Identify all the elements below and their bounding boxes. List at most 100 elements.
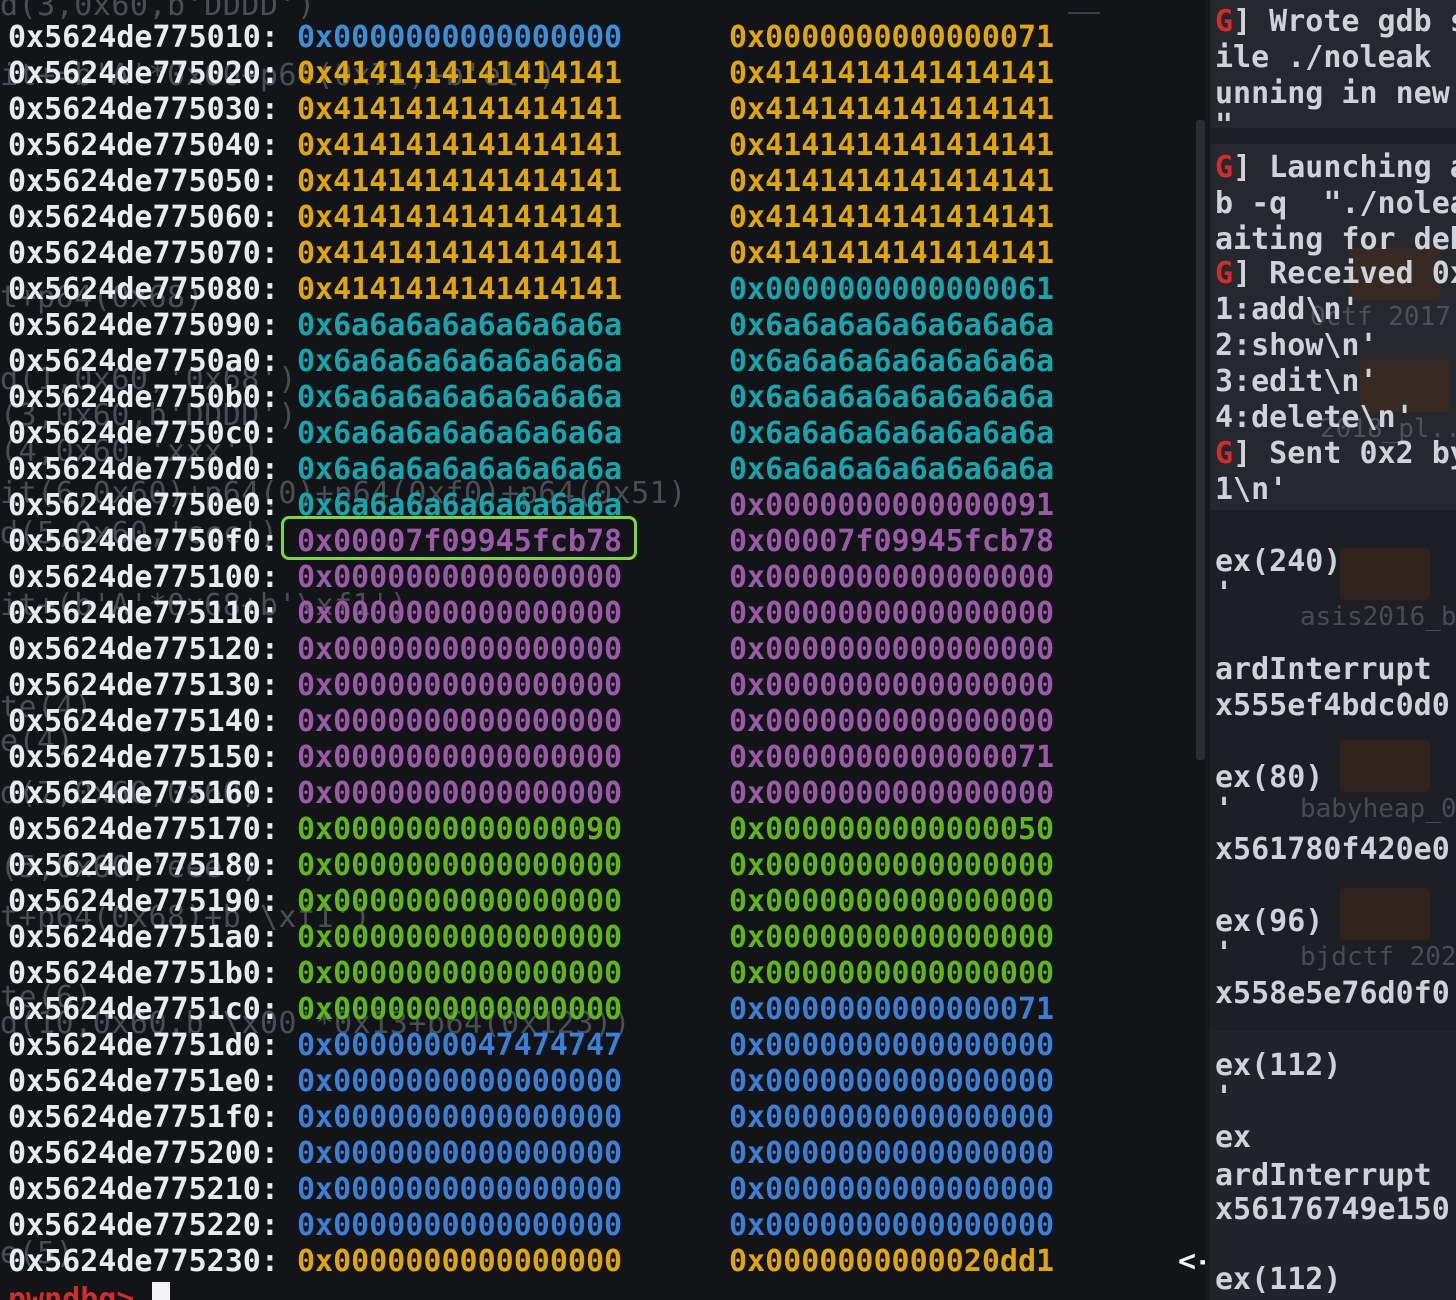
memory-address: 0x5624de775210: [8,1172,279,1207]
memory-address: 0x5624de775010: [8,20,279,55]
memory-value-1: 0x0000000000000000 [297,704,623,739]
memory-value-2: 0x6a6a6a6a6a6a6a6a [729,452,1055,487]
folder-icon[interactable] [1340,740,1430,792]
memory-value-2: 0x0000000000000000 [729,668,1055,703]
log-text: ' [1215,792,1234,827]
side-log-line: ardInterrupt [1215,652,1432,687]
memory-address: 0x5624de775060: [8,200,279,235]
memory-value-1: 0x0000000000000000 [297,1100,623,1135]
memory-value-1: 0x0000000000000090 [297,812,623,847]
memory-value-2: 0x0000000000000000 [729,1064,1055,1099]
memory-value-2: 0x4141414141414141 [729,92,1055,127]
memory-value-1: 0x0000000000000000 [297,1172,623,1207]
side-log-line: ex(240) [1215,544,1341,579]
log-prefix: G [1215,256,1234,291]
memory-address: 0x5624de775150: [8,740,279,775]
memory-address: 0x5624de7750c0: [8,416,279,451]
log-text: ex(80) [1215,760,1324,795]
log-text: ] Sent 0x2 by [1233,436,1456,471]
log-text: 4:delete\n' [1215,400,1414,435]
memory-value-1: 0x0000000000000000 [297,848,623,883]
memory-value-2: 0x0000000000000061 [729,272,1055,307]
folder-icon[interactable] [1340,888,1430,940]
log-text: unning in new [1215,76,1450,111]
memory-value-2: 0x0000000000000071 [729,740,1055,775]
memory-address: 0x5624de7750f0: [8,524,279,559]
memory-value-1: 0x0000000000000000 [297,920,623,955]
folder-label: asis2016_b00 [1300,602,1456,632]
memory-address: 0x5624de775090: [8,308,279,343]
side-terminal-pane[interactable]: bjdctf 2020 babyheap_0ctf 2017 asis2016_b0… [1210,0,1456,1300]
memory-value-2: 0x0000000000000091 [729,488,1055,523]
memory-value-1: 0x0000000000000000 [297,20,623,55]
memory-value-2: 0x0000000000000000 [729,956,1055,991]
side-log-line: 1:add\n' [1215,292,1360,327]
side-log-line: ex [1215,1120,1251,1155]
side-log-line: ' [1215,576,1233,611]
memory-value-1: 0x4141414141414141 [297,92,623,127]
side-log-line: 2:show\n' [1215,328,1378,363]
memory-value-2: 0x0000000000000000 [729,1172,1055,1207]
memory-address: 0x5624de7750d0: [8,452,279,487]
memory-value-2: 0x0000000000000000 [729,1208,1055,1243]
side-log-line: G] Launching a [1215,150,1456,185]
log-text: 1:add\n' [1215,292,1360,327]
terminal-pane[interactable]: d(3,0x60,b'DDDD') it+=b'A'*0x60+p64(0x71)… [0,0,1205,1300]
memory-value-2: 0x0000000000000071 [729,992,1055,1027]
text-cursor [152,1282,170,1300]
memory-address: 0x5624de7750e0: [8,488,279,523]
memory-value-1: 0x0000000000000000 [297,596,623,631]
side-log-line: G] Sent 0x2 by [1215,436,1456,471]
memory-value-1: 0x4141414141414141 [297,272,623,307]
memory-value-2: 0x00007f09945fcb78 [729,524,1055,559]
memory-value-1: 0x6a6a6a6a6a6a6a6a [297,308,623,343]
log-text: ] Received 0x [1233,256,1456,291]
memory-value-2: 0x6a6a6a6a6a6a6a6a [729,416,1055,451]
memory-value-2: 0x0000000000000000 [729,1136,1055,1171]
log-text: ardInterrupt [1215,1158,1432,1193]
memory-value-2: 0x0000000000000000 [729,632,1055,667]
folder-icon[interactable] [1340,548,1430,600]
side-log-line: G] Received 0x [1215,256,1456,291]
log-text: ex(96) [1215,904,1324,939]
memory-value-1: 0x0000000000000000 [297,992,623,1027]
log-text: " [1215,108,1234,143]
memory-address: 0x5624de775130: [8,668,279,703]
side-log-line: b -q "./nolea [1215,186,1456,221]
log-text: x56176749e150 [1215,1192,1450,1227]
side-log-line: ex(80) [1215,760,1323,795]
side-log-line: ' [1215,792,1233,827]
top-chunk-annotation: <-- Top chunk [1178,1244,1205,1279]
memory-value-2: 0x0000000000000000 [729,596,1055,631]
log-prefix: G [1215,436,1234,471]
log-prefix: G [1215,150,1234,185]
memory-value-1: 0x4141414141414141 [297,200,623,235]
memory-value-2: 0x6a6a6a6a6a6a6a6a [729,308,1055,343]
memory-address: 0x5624de7751e0: [8,1064,279,1099]
log-text: b -q "./nolea [1215,186,1456,221]
memory-value-1: 0x4141414141414141 [297,128,623,163]
side-log-line: x56176749e150 [1215,1192,1450,1227]
log-text: ] Launching a [1233,150,1456,185]
memory-value-2: 0x0000000000000000 [729,560,1055,595]
side-log-line: 3:edit\n' [1215,364,1378,399]
memory-value-1: 0x0000000000000000 [297,956,623,991]
memory-address: 0x5624de775020: [8,56,279,91]
log-text: x555ef4bdc0d0 [1215,688,1450,723]
memory-value-1: 0x4141414141414141 [297,236,623,271]
memory-address: 0x5624de7751f0: [8,1100,279,1135]
log-text: 2:show\n' [1215,328,1378,363]
log-text: ' [1215,936,1234,971]
memory-value-2: 0x0000000000000000 [729,848,1055,883]
side-log-line: " [1215,108,1233,143]
highlight-box [281,516,637,560]
memory-value-2: 0x0000000000000050 [729,812,1055,847]
side-log-line: ex(112) [1215,1048,1341,1083]
memory-value-1: 0x0000000000000000 [297,1136,623,1171]
scrollbar[interactable] [1196,120,1205,760]
memory-address: 0x5624de775140: [8,704,279,739]
memory-value-1: 0x6a6a6a6a6a6a6a6a [297,344,623,379]
side-log-line: ile ./noleak [1215,40,1432,75]
side-log-line: unning in new [1215,76,1450,111]
memory-address: 0x5624de775220: [8,1208,279,1243]
